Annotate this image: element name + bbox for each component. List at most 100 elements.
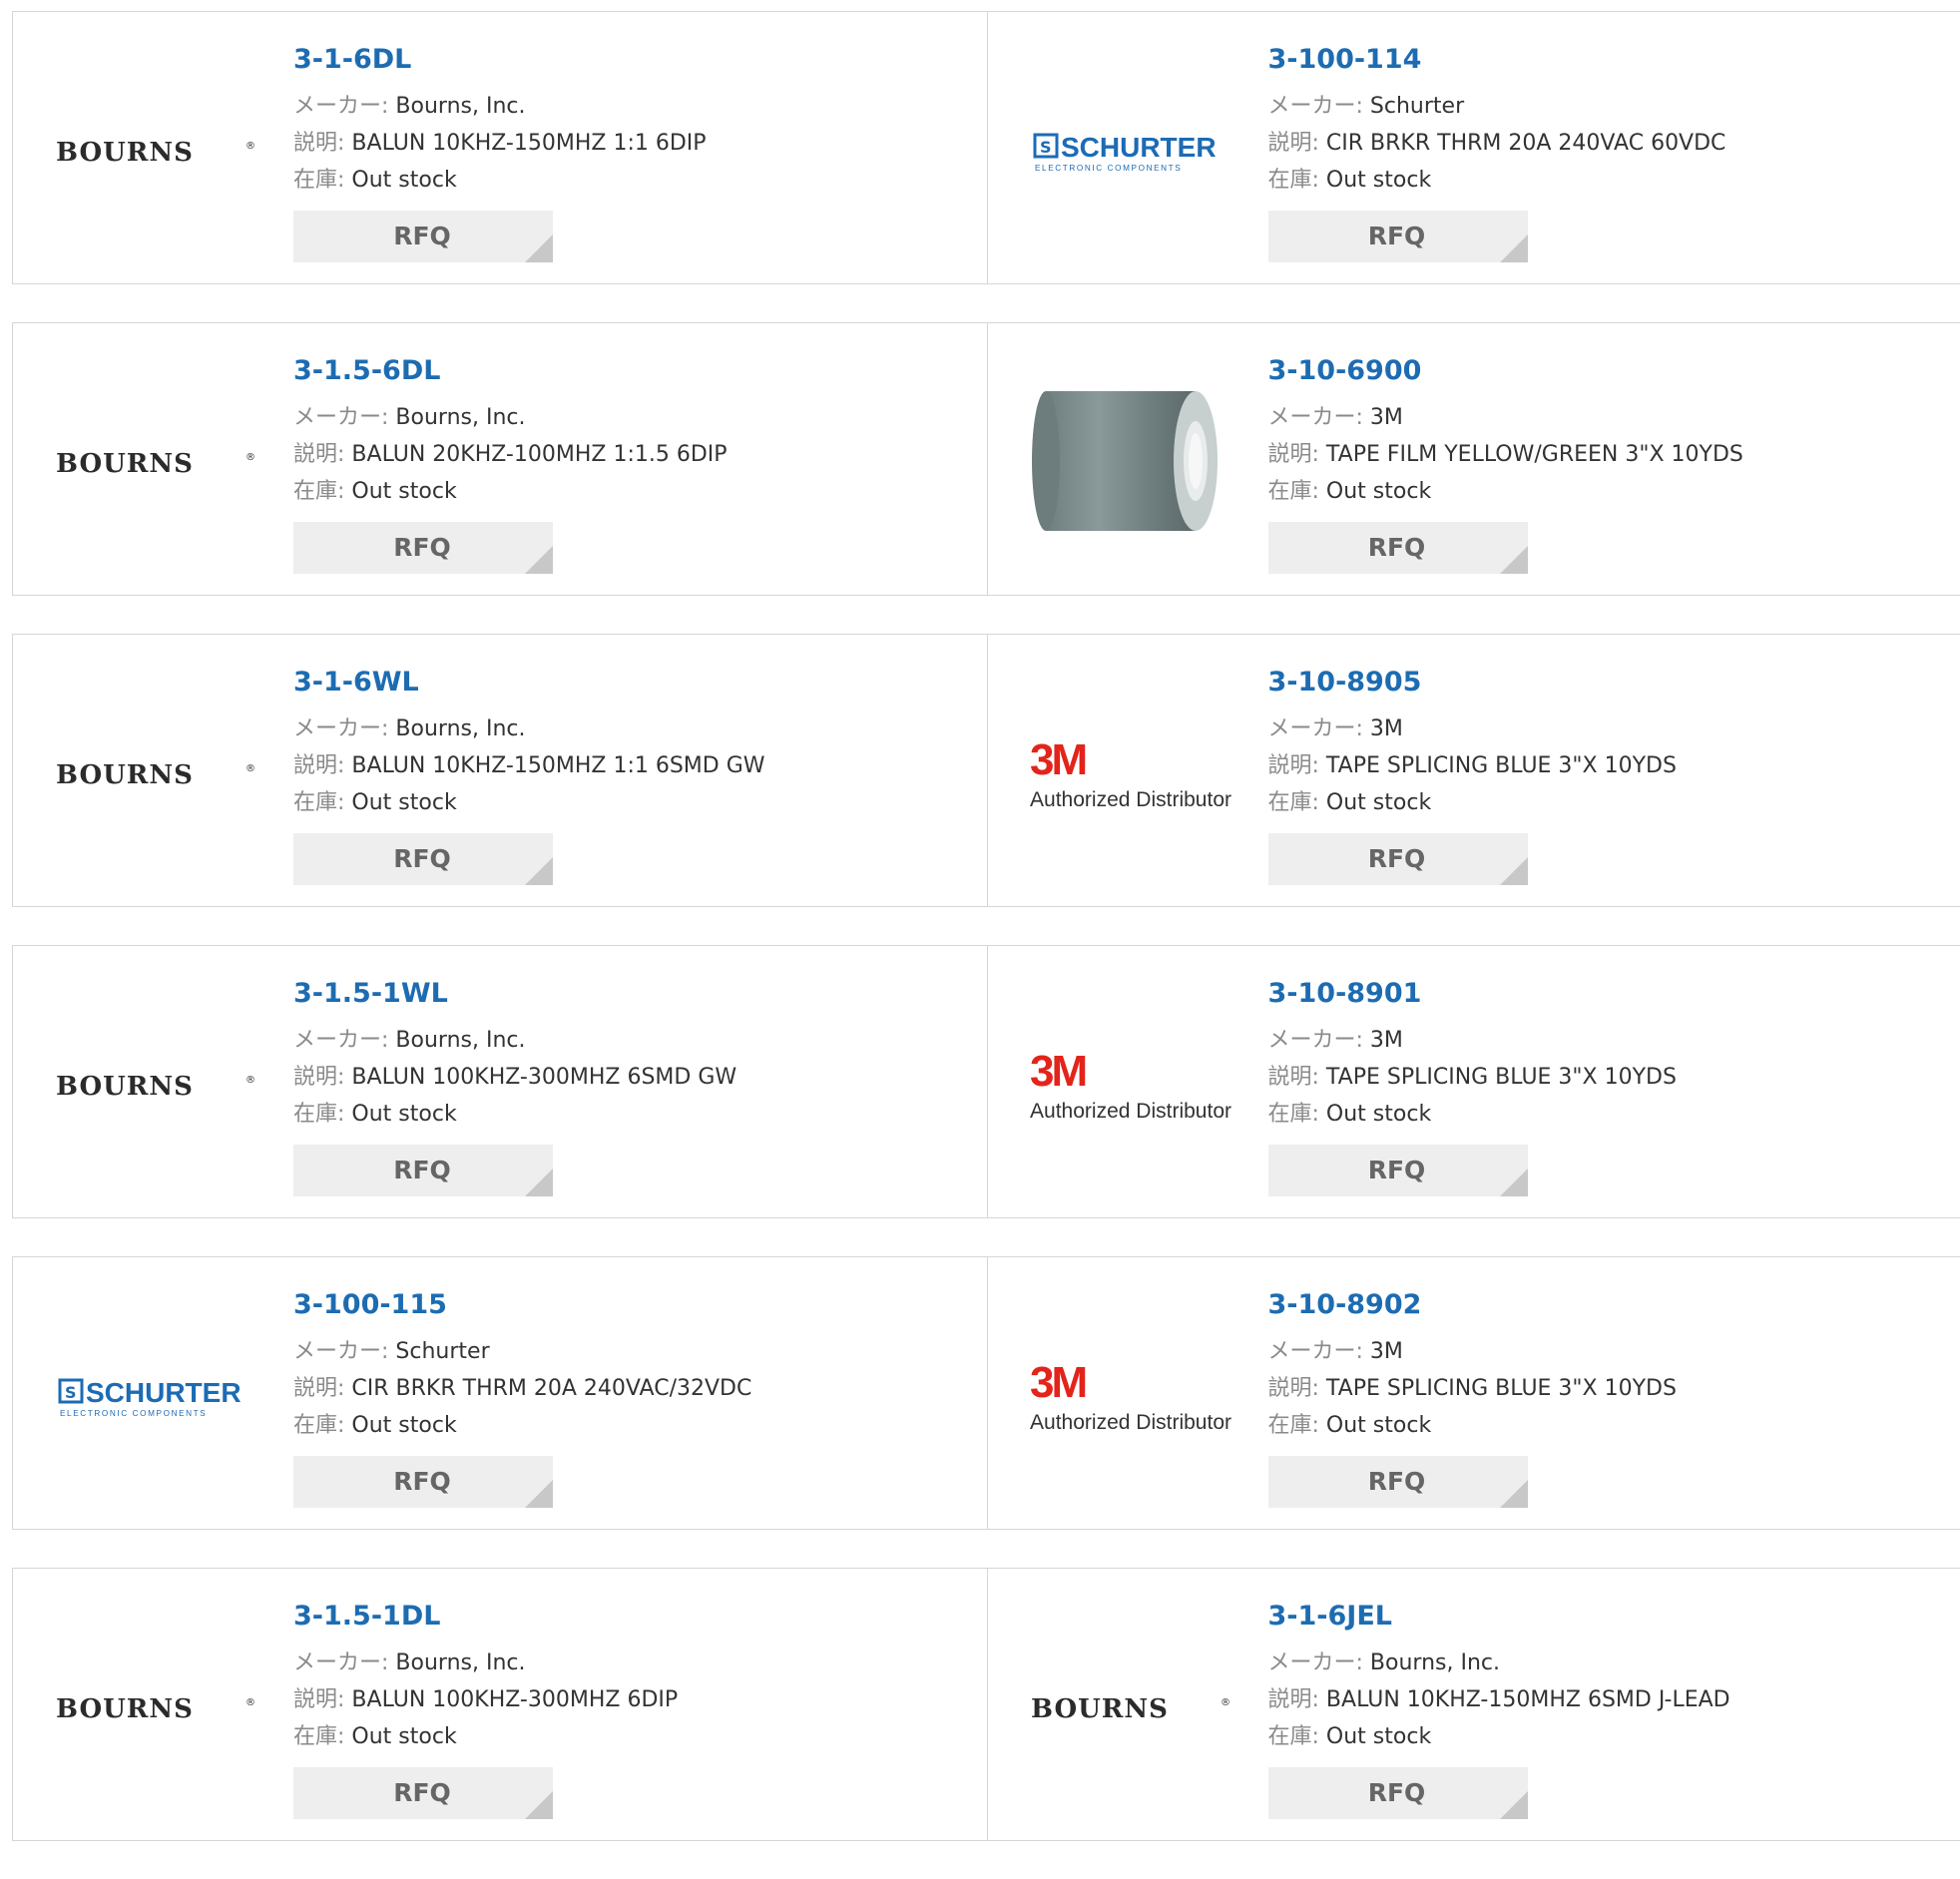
part-number-link[interactable]: 3-10-8902 [1268, 1287, 1941, 1323]
part-number-link[interactable]: 3-100-114 [1268, 42, 1941, 78]
product-card: BOURNS® 3-1-6JEL メーカー: Bourns, Inc. 説明: … [987, 1568, 1960, 1841]
stock-field: 在庫: Out stock [1268, 784, 1941, 821]
product-card: BOURNS® 3-1-6DL メーカー: Bourns, Inc. 説明: B… [12, 11, 988, 284]
rfq-button[interactable]: RFQ [1268, 522, 1528, 574]
maker-value: Bourns, Inc. [395, 716, 525, 741]
3m-logo[interactable]: 3MAuthorized Distributor [1026, 1353, 1235, 1439]
rfq-button[interactable]: RFQ [293, 1456, 553, 1508]
part-number-link[interactable]: 3-1.5-1DL [293, 1599, 967, 1635]
product-card: 3MAuthorized Distributor 3-10-8901 メーカー:… [987, 945, 1960, 1218]
3m-logo[interactable]: 3MAuthorized Distributor [1026, 730, 1235, 816]
svg-text:BOURNS: BOURNS [1031, 1694, 1169, 1724]
rfq-label: RFQ [393, 1156, 453, 1184]
corner-triangle-icon [525, 857, 553, 885]
corner-triangle-icon [525, 1480, 553, 1508]
maker-value: Bourns, Inc. [395, 94, 525, 119]
description-label: 説明: [293, 1376, 344, 1401]
maker-field: メーカー: Bourns, Inc. [293, 1644, 967, 1681]
bourns-logo[interactable]: BOURNS® [1026, 1664, 1235, 1750]
stock-value: Out stock [351, 479, 456, 504]
stock-field: 在庫: Out stock [1268, 1407, 1941, 1444]
rfq-button[interactable]: RFQ [293, 833, 553, 885]
maker-field: メーカー: 3M [1268, 1333, 1941, 1370]
svg-text:®: ® [245, 1697, 255, 1708]
maker-value: 3M [1370, 1028, 1403, 1053]
description-label: 説明: [1268, 131, 1319, 156]
rfq-label: RFQ [393, 1778, 453, 1807]
rfq-button[interactable]: RFQ [293, 1145, 553, 1196]
part-number-link[interactable]: 3-1-6WL [293, 665, 967, 701]
maker-field: メーカー: Bourns, Inc. [293, 710, 967, 747]
description-field: 説明: TAPE SPLICING BLUE 3"X 10YDS [1268, 1370, 1941, 1407]
product-info: 3-100-115 メーカー: Schurter 説明: CIR BRKR TH… [293, 1287, 967, 1508]
maker-value: Schurter [395, 1339, 489, 1364]
bourns-logo[interactable]: BOURNS® [51, 108, 260, 194]
description-label: 説明: [293, 131, 344, 156]
svg-text:S: S [65, 1383, 77, 1402]
part-number-link[interactable]: 3-1-6DL [293, 42, 967, 78]
product-info: 3-100-114 メーカー: Schurter 説明: CIR BRKR TH… [1268, 42, 1941, 262]
maker-label: メーカー: [1268, 716, 1363, 741]
schurter-logo[interactable]: SSCHURTERELECTRONIC COMPONENTS [1026, 108, 1235, 194]
bourns-logo[interactable]: BOURNS® [51, 1042, 260, 1128]
part-number-link[interactable]: 3-1.5-6DL [293, 353, 967, 389]
stock-value: Out stock [1326, 1102, 1431, 1127]
maker-field: メーカー: Bourns, Inc. [293, 88, 967, 125]
maker-label: メーカー: [1268, 405, 1363, 430]
description-field: 説明: BALUN 10KHZ-150MHZ 1:1 6DIP [293, 125, 967, 162]
bourns-logo[interactable]: BOURNS ® [51, 419, 260, 505]
bourns-logo[interactable]: BOURNS® [51, 1664, 260, 1750]
product-card: SSCHURTERELECTRONIC COMPONENTS 3-100-115… [12, 1256, 988, 1530]
rfq-label: RFQ [393, 533, 453, 562]
rfq-button[interactable]: RFQ [293, 1767, 553, 1819]
corner-triangle-icon [1500, 857, 1528, 885]
description-label: 説明: [1268, 1687, 1319, 1712]
schurter-logo[interactable]: SSCHURTERELECTRONIC COMPONENTS [51, 1353, 260, 1439]
maker-field: メーカー: Bourns, Inc. [1268, 1644, 1941, 1681]
part-number-link[interactable]: 3-1.5-1WL [293, 976, 967, 1012]
stock-field: 在庫: Out stock [1268, 1718, 1941, 1755]
3m-logo[interactable]: 3MAuthorized Distributor [1026, 1042, 1235, 1128]
product-info: 3-1-6WL メーカー: Bourns, Inc. 説明: BALUN 10K… [293, 665, 967, 885]
maker-value: Bourns, Inc. [395, 405, 525, 430]
rfq-button[interactable]: RFQ [1268, 833, 1528, 885]
product-info: 3-10-8902 メーカー: 3M 説明: TAPE SPLICING BLU… [1268, 1287, 1941, 1508]
product-card: BOURNS® 3-1.5-1WL メーカー: Bourns, Inc. 説明:… [12, 945, 988, 1218]
rfq-button[interactable]: RFQ [1268, 211, 1528, 262]
maker-label: メーカー: [293, 716, 388, 741]
description-label: 説明: [293, 1065, 344, 1090]
part-number-link[interactable]: 3-10-6900 [1268, 353, 1941, 389]
rfq-button[interactable]: RFQ [293, 522, 553, 574]
part-number-link[interactable]: 3-10-8901 [1268, 976, 1941, 1012]
svg-text:Authorized Distributor: Authorized Distributor [1030, 788, 1231, 811]
maker-label: メーカー: [293, 94, 388, 119]
description-label: 説明: [293, 442, 344, 467]
rfq-button[interactable]: RFQ [1268, 1456, 1528, 1508]
part-number-link[interactable]: 3-100-115 [293, 1287, 967, 1323]
rfq-label: RFQ [393, 222, 453, 250]
product-row: BOURNS ® 3-1.5-6DL メーカー: Bourns, Inc. 説明:… [12, 322, 1960, 596]
maker-label: メーカー: [1268, 94, 1363, 119]
maker-label: メーカー: [1268, 1028, 1363, 1053]
description-field: 説明: TAPE FILM YELLOW/GREEN 3"X 10YDS [1268, 436, 1941, 473]
corner-triangle-icon [1500, 235, 1528, 262]
svg-text:BOURNS: BOURNS [56, 449, 194, 479]
stock-value: Out stock [1326, 479, 1431, 504]
part-number-link[interactable]: 3-1-6JEL [1268, 1599, 1941, 1635]
rfq-label: RFQ [393, 1467, 453, 1496]
stock-label: 在庫: [1268, 790, 1319, 815]
part-number-link[interactable]: 3-10-8905 [1268, 665, 1941, 701]
product-card: BOURNS® 3-1.5-6DL メーカー: Bourns, Inc. 説明:… [12, 322, 988, 596]
corner-triangle-icon [1500, 1791, 1528, 1819]
tape-roll-image[interactable] [1026, 363, 1235, 563]
svg-text:®: ® [245, 452, 255, 463]
rfq-button[interactable]: RFQ [1268, 1767, 1528, 1819]
bourns-logo[interactable]: BOURNS® [51, 730, 260, 816]
stock-label: 在庫: [1268, 1102, 1319, 1127]
rfq-label: RFQ [1368, 1467, 1428, 1496]
rfq-button[interactable]: RFQ [293, 211, 553, 262]
stock-field: 在庫: Out stock [293, 1718, 967, 1755]
rfq-button[interactable]: RFQ [1268, 1145, 1528, 1196]
stock-field: 在庫: Out stock [293, 1407, 967, 1444]
maker-field: メーカー: 3M [1268, 710, 1941, 747]
